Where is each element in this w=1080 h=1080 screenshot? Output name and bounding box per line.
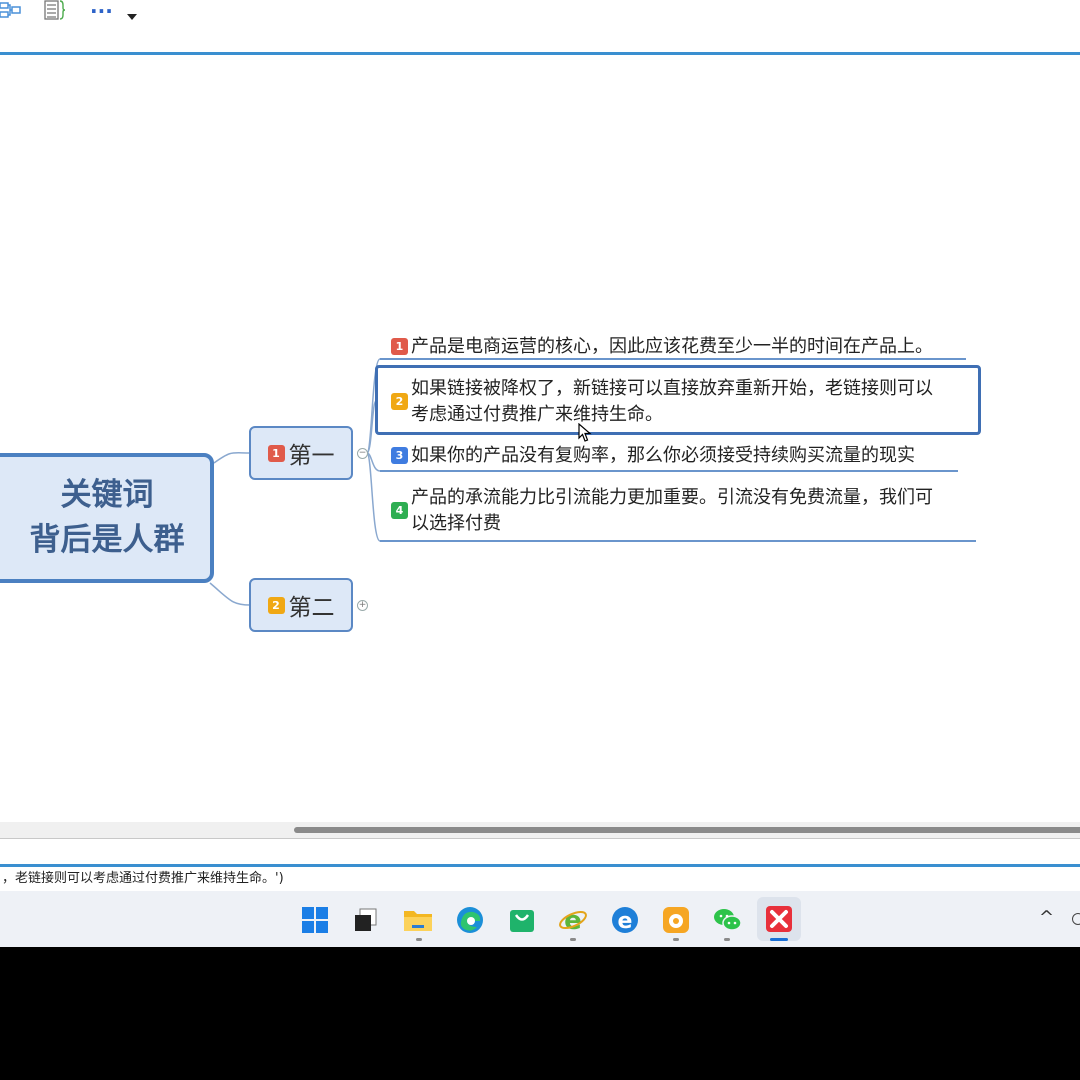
xmind-icon[interactable]	[757, 897, 801, 941]
connector-lines	[209, 358, 976, 606]
subtopic-text-line1: 如果链接被降权了，新链接可以直接放弃重新开始，老链接则可以	[411, 378, 933, 399]
subtopic-4[interactable]: 4 产品的承流能力比引流能力更加重要。引流没有免费流量，我们可 以选择付费	[391, 485, 933, 537]
central-topic-line1: 关键词	[60, 477, 154, 513]
mindmap-structure-icon[interactable]	[0, 0, 22, 24]
priority-1-icon: 1	[391, 338, 408, 355]
branch-first[interactable]: 1 第一	[249, 426, 353, 480]
running-indicator	[724, 938, 730, 941]
subtopic-text: 产品是电商运营的核心，因此应该花费至少一半的时间在产品上。	[411, 336, 933, 357]
svg-text:e: e	[564, 906, 582, 935]
priority-2-icon: 2	[391, 393, 408, 410]
taskbar: e e ^	[0, 891, 1080, 947]
subtopic-1[interactable]: 1 产品是电商运营的核心，因此应该花费至少一半的时间在产品上。	[391, 334, 933, 360]
subtopic-text-line2: 以选择付费	[411, 513, 501, 534]
ie-browser-icon[interactable]: e	[556, 903, 590, 937]
subtopic-text-line1: 产品的承流能力比引流能力更加重要。引流没有免费流量，我们可	[411, 487, 933, 508]
collapse-toggle-icon[interactable]: −	[357, 448, 368, 459]
outline-icon[interactable]	[44, 0, 66, 24]
tray-status-icon[interactable]	[1072, 913, 1080, 925]
file-explorer-icon[interactable]	[401, 903, 435, 937]
priority-4-icon: 4	[391, 502, 408, 519]
uc-browser-icon[interactable]	[659, 903, 693, 937]
central-topic-line2: 背后是人群	[29, 522, 185, 558]
branch-second[interactable]: 2 第二	[249, 578, 353, 632]
priority-1-icon: 1	[267, 444, 285, 462]
priority-2-icon: 2	[267, 596, 285, 614]
mindmap-canvas[interactable]: 关键词 背后是人群 1 第一 − 2 第二 + 1 产品是电商运营的核心，因此应…	[0, 55, 1080, 822]
active-app-indicator	[770, 938, 788, 941]
svg-text:e: e	[618, 909, 633, 934]
tray-chevron-icon[interactable]: ^	[1039, 907, 1054, 928]
toolbar: ···	[0, 0, 1080, 52]
running-indicator	[570, 938, 576, 941]
subtopic-text: 如果你的产品没有复购率，那么你必须接受持续购买流量的现实	[411, 445, 915, 466]
dropdown-icon[interactable]	[127, 6, 137, 30]
store-icon[interactable]	[505, 903, 539, 937]
wechat-icon[interactable]	[710, 903, 744, 937]
subtopic-3[interactable]: 3 如果你的产品没有复购率，那么你必须接受持续购买流量的现实	[391, 443, 915, 469]
edge-legacy-icon[interactable]: e	[608, 903, 642, 937]
running-indicator	[416, 938, 422, 941]
mouse-cursor-icon	[578, 423, 592, 442]
more-icon[interactable]: ···	[90, 0, 113, 23]
status-bar-text: ，老链接则可以考虑通过付费推广来维持生命。')	[0, 867, 1080, 891]
horizontal-scrollbar[interactable]	[0, 822, 1080, 866]
task-view-icon[interactable]	[349, 903, 383, 937]
expand-toggle-icon[interactable]: +	[357, 600, 368, 611]
subtopic-2[interactable]: 2 如果链接被降权了，新链接可以直接放弃重新开始，老链接则可以 考虑通过付费推广…	[391, 376, 933, 428]
branch-label: 第一	[288, 443, 335, 469]
running-indicator	[673, 938, 679, 941]
windows-start-icon[interactable]	[298, 903, 332, 937]
central-topic[interactable]: 关键词 背后是人群	[0, 453, 214, 583]
priority-3-icon: 3	[391, 447, 408, 464]
branch-label: 第二	[288, 595, 335, 621]
subtopic-text-line2: 考虑通过付费推广来维持生命。	[411, 404, 663, 425]
black-bar	[0, 947, 1080, 1080]
edge-icon[interactable]	[453, 903, 487, 937]
scrollbar-thumb[interactable]	[294, 827, 1080, 833]
